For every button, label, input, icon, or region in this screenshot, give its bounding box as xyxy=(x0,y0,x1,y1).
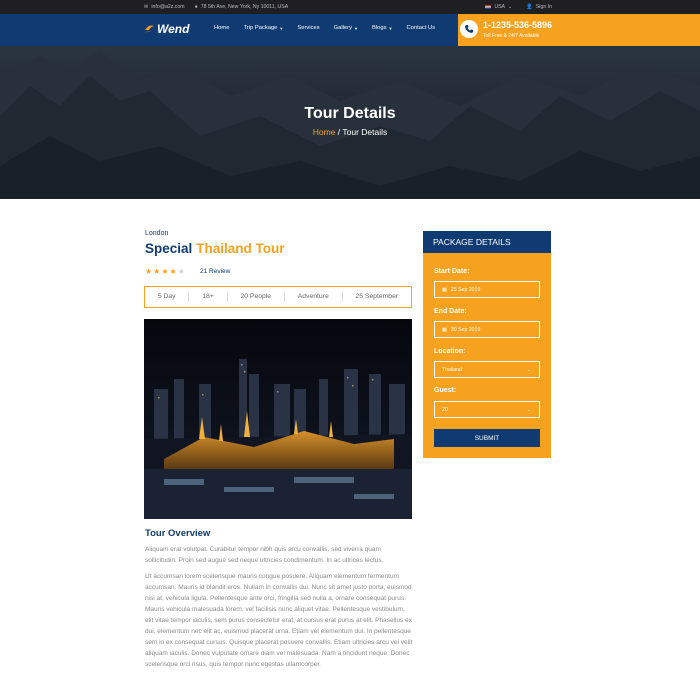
guest-label: Guest: xyxy=(434,387,457,394)
overview-paragraph-2: Ut accumsan lorem scelerisque mauris con… xyxy=(145,573,413,668)
phone-icon xyxy=(460,20,478,38)
chevron-down-icon: ⌄ xyxy=(526,367,531,373)
star-filled-icon: ★ xyxy=(169,267,177,276)
nav-item-services[interactable]: Services xyxy=(297,25,319,31)
submit-button[interactable]: SUBMIT xyxy=(434,429,540,447)
tour-photo xyxy=(144,319,412,519)
breadcrumb: Home / Tour Details xyxy=(0,127,700,137)
breadcrumb-current: Tour Details xyxy=(342,127,388,137)
chevron-down-icon: ⌄ xyxy=(508,4,513,10)
nav-item-contact[interactable]: Contact Us xyxy=(406,25,435,31)
nav-label: Services xyxy=(297,25,320,31)
logo[interactable]: Wend xyxy=(144,22,189,36)
address-contact: ● 78 5th Ave, New York, Ny 10011, USA xyxy=(195,4,289,10)
tour-title-accent: Thailand Tour xyxy=(196,241,285,256)
logo-text: Wend xyxy=(157,22,190,36)
logo-mark-icon xyxy=(144,24,155,34)
end-date-field[interactable]: ▦ 30 Sep 2019 xyxy=(434,321,540,338)
page-title: Tour Details xyxy=(304,105,396,122)
calendar-icon: ▦ xyxy=(442,326,447,333)
caret-down-icon: ▼ xyxy=(279,25,284,31)
nav-item-home[interactable]: Home xyxy=(214,25,229,31)
nav-item-blogs[interactable]: Blogs ▼ xyxy=(372,25,392,31)
package-details-panel: PACKAGE DETAILS Start Date: ▦ 25 Sep 201… xyxy=(423,231,551,458)
phone-subtext: Toll Free & 24/7 Available xyxy=(483,33,540,39)
review-count[interactable]: 21 Review xyxy=(200,268,230,275)
overview-paragraph-1: Aliquam erat volutpat. Curabitur tempor … xyxy=(145,546,384,564)
fact-group-size: 20 People xyxy=(228,292,285,302)
overview-heading: Tour Overview xyxy=(145,528,211,539)
nav-item-gallery[interactable]: Gallery ▼ xyxy=(334,25,358,31)
caret-down-icon: ▼ xyxy=(388,25,393,31)
start-date-field[interactable]: ▦ 25 Sep 2019 xyxy=(434,281,540,298)
call-box[interactable]: 1-1235-536-5896 Toll Free & 24/7 Availab… xyxy=(458,14,700,46)
tour-facts: 5 Day 18+ 20 People Adventure 25 Septemb… xyxy=(144,286,412,308)
star-filled-icon: ★ xyxy=(145,267,153,276)
end-date-value: 30 Sep 2019 xyxy=(450,326,481,333)
guest-value: 20 xyxy=(442,406,448,413)
user-icon: 👤 xyxy=(526,4,533,10)
start-date-value: 25 Sep 2019 xyxy=(450,286,481,293)
fact-age: 18+ xyxy=(189,292,228,302)
mail-icon: ✉ xyxy=(144,4,149,10)
nav-menu: Home Trip Package ▼ Services Gallery ▼ Blo… xyxy=(214,25,435,31)
nav-label: Blogs xyxy=(371,25,387,31)
chevron-down-icon: ⌄ xyxy=(526,407,531,413)
fact-type: Adventure xyxy=(285,292,343,302)
nav-label: Trip Package xyxy=(243,25,278,31)
address-text: 78 5th Ave, New York, Ny 10011, USA xyxy=(200,4,289,10)
star-empty-icon: ★ xyxy=(177,267,185,276)
tour-title: Special Thailand Tour xyxy=(145,241,285,256)
guest-select[interactable]: 20 ⌄ xyxy=(434,401,540,418)
fact-duration: 5 Day xyxy=(145,292,190,302)
location-label: Location: xyxy=(434,348,466,355)
star-filled-icon: ★ xyxy=(161,267,169,276)
start-date-label: Start Date: xyxy=(434,268,470,275)
signin-text: Sign In xyxy=(535,4,552,10)
country-text: USA xyxy=(494,4,506,10)
tour-title-main: Special xyxy=(145,241,193,256)
tour-location: London xyxy=(145,230,169,237)
phone-number: 1-1235-536-5896 xyxy=(483,20,553,30)
caret-down-icon: ▼ xyxy=(354,25,358,31)
signin-link[interactable]: 👤 Sign In xyxy=(526,4,552,10)
email-text: info@a2z.com xyxy=(151,4,185,10)
email-contact[interactable]: ✉ info@a2z.com xyxy=(144,4,185,10)
country-selector[interactable]: USA ⌄ xyxy=(485,4,512,10)
nav-label: Contact Us xyxy=(406,25,436,31)
location-pin-icon: ● xyxy=(194,4,198,10)
package-details-heading: PACKAGE DETAILS xyxy=(423,231,551,253)
top-bar: ✉ info@a2z.com ● 78 5th Ave, New York, N… xyxy=(0,0,700,14)
hero-banner: Tour Details Home / Tour Details xyxy=(0,46,700,199)
location-value: Thailand xyxy=(442,366,462,373)
fact-date: 25 September xyxy=(355,293,399,300)
star-filled-icon: ★ xyxy=(153,267,161,276)
calendar-icon: ▦ xyxy=(442,286,447,293)
breadcrumb-home[interactable]: Home xyxy=(313,127,336,137)
city-night-image xyxy=(144,319,412,519)
nav-label: Gallery xyxy=(333,25,352,31)
nav-item-trip-package[interactable]: Trip Package ▼ xyxy=(243,25,283,31)
location-select[interactable]: Thailand ⌄ xyxy=(434,361,540,378)
usa-flag-icon xyxy=(485,5,492,9)
end-date-label: End Date: xyxy=(434,308,467,315)
nav-label: Home xyxy=(214,25,230,31)
rating-stars: ★ ★ ★ ★ ★ xyxy=(145,267,185,276)
